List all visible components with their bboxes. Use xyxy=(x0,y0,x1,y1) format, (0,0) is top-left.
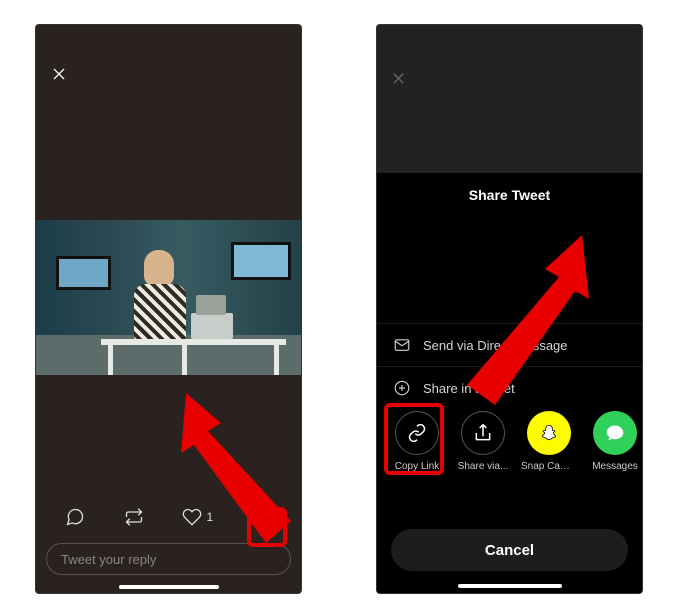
status-bar xyxy=(36,25,301,51)
reply-input[interactable]: Tweet your reply xyxy=(46,543,291,575)
share-sheet-screen: ✕ Share Tweet Send via Direct Message Sh… xyxy=(376,24,643,594)
reply-button[interactable] xyxy=(65,507,85,527)
share-target-label: Messages xyxy=(587,461,643,472)
retweet-button[interactable] xyxy=(124,507,144,527)
annotation-highlight-copy-link xyxy=(384,403,444,475)
share-sheet: Share Tweet Send via Direct Message Shar… xyxy=(377,173,642,593)
share-target-label: Snap Camera xyxy=(521,461,577,472)
heart-icon xyxy=(182,507,202,527)
share-target-snap-camera[interactable]: Snap Camera xyxy=(521,411,577,472)
share-icon xyxy=(473,423,493,443)
cancel-button[interactable]: Cancel xyxy=(391,529,628,571)
mail-icon xyxy=(393,336,411,354)
share-target-share-via[interactable]: Share via... xyxy=(455,411,511,472)
share-target-messages[interactable]: Messages xyxy=(587,411,643,472)
tweet-detail-screen: 1 Tweet your reply xyxy=(35,24,302,594)
speech-bubble-icon xyxy=(65,507,85,527)
option-send-dm[interactable]: Send via Direct Message xyxy=(377,323,642,366)
tweet-media[interactable] xyxy=(36,220,301,375)
close-icon xyxy=(51,66,67,82)
retweet-icon xyxy=(124,507,144,527)
like-count: 1 xyxy=(206,510,213,524)
annotation-highlight-share xyxy=(247,507,287,547)
share-target-label: Share via... xyxy=(455,461,511,472)
close-button[interactable] xyxy=(48,63,70,85)
dimmed-background[interactable]: ✕ xyxy=(377,25,642,173)
home-indicator xyxy=(458,584,562,588)
like-button[interactable]: 1 xyxy=(182,507,213,527)
messages-icon xyxy=(605,423,625,443)
option-label: Share in a Fleet xyxy=(423,381,515,396)
snapchat-icon xyxy=(539,423,559,443)
reply-placeholder: Tweet your reply xyxy=(61,552,156,567)
home-indicator xyxy=(119,585,219,589)
option-label: Send via Direct Message xyxy=(423,338,568,353)
sheet-title: Share Tweet xyxy=(377,173,642,213)
close-icon: ✕ xyxy=(391,69,406,90)
plus-circle-icon xyxy=(393,379,411,397)
cancel-label: Cancel xyxy=(485,542,534,559)
